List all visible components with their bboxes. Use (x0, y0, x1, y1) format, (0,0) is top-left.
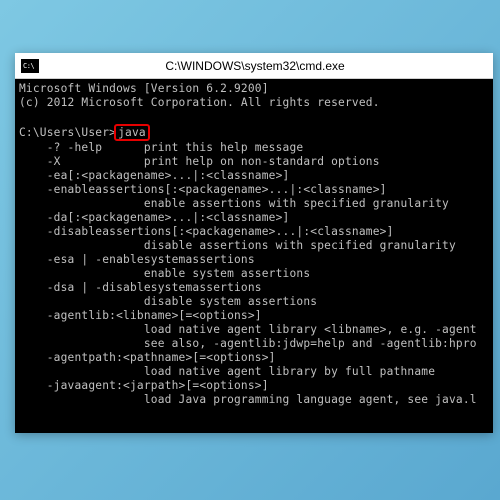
output-line: -agentlib:<libname>[=<options>] (19, 309, 262, 322)
output-line: -disableassertions[:<packagename>...|:<c… (19, 225, 394, 238)
output-line: enable system assertions (19, 267, 310, 280)
output-line: -agentpath:<pathname>[=<options>] (19, 351, 276, 364)
cmd-window: C:\WINDOWS\system32\cmd.exe Microsoft Wi… (15, 53, 493, 433)
output-line: -dsa | -disablesystemassertions (19, 281, 262, 294)
window-title: C:\WINDOWS\system32\cmd.exe (45, 59, 493, 73)
typed-command: java (114, 124, 150, 141)
output-line: -esa | -enablesystemassertions (19, 253, 255, 266)
output-line: -enableassertions[:<packagename>...|:<cl… (19, 183, 387, 196)
cmd-icon (21, 59, 39, 73)
output-line: see also, -agentlib:jdwp=help and -agent… (19, 337, 477, 350)
output-line: -javaagent:<jarpath>[=<options>] (19, 379, 269, 392)
banner-line: (c) 2012 Microsoft Corporation. All righ… (19, 96, 380, 109)
output-line: load native agent library by full pathna… (19, 365, 435, 378)
output-line: -da[:<packagename>...|:<classname>] (19, 211, 289, 224)
titlebar[interactable]: C:\WINDOWS\system32\cmd.exe (15, 53, 493, 79)
output-line: -ea[:<packagename>...|:<classname>] (19, 169, 289, 182)
output-line: enable assertions with specified granula… (19, 197, 449, 210)
output-line: -? -help print this help message (19, 141, 303, 154)
output-line: load native agent library <libname>, e.g… (19, 323, 477, 336)
output-line: disable system assertions (19, 295, 317, 308)
output-line: load Java programming language agent, se… (19, 393, 477, 406)
output-line: disable assertions with specified granul… (19, 239, 456, 252)
banner-line: Microsoft Windows [Version 6.2.9200] (19, 82, 269, 95)
prompt: C:\Users\User> (19, 126, 116, 139)
console-output[interactable]: Microsoft Windows [Version 6.2.9200] (c)… (15, 79, 493, 433)
output-line: -X print help on non-standard options (19, 155, 380, 168)
